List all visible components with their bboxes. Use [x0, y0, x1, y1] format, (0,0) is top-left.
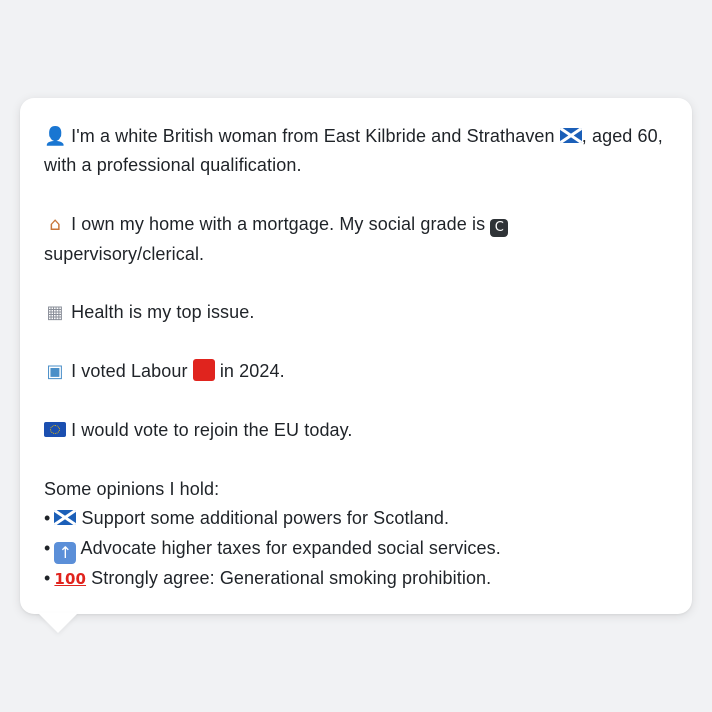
person-icon: 👤 [44, 126, 67, 147]
housing-paragraph: ⌂ I own my home with a mortgage. My soci… [44, 210, 668, 269]
message-content: 👤 I'm a white British woman from East Ki… [44, 122, 668, 594]
eu-text: I would vote to rejoin the EU today. [71, 420, 353, 440]
bullet: • [44, 537, 51, 558]
bullet: • [44, 567, 51, 588]
issue-paragraph: ▦ Health is my top issue. [44, 298, 668, 327]
opinions-heading: Some opinions I hold: [44, 478, 220, 499]
eu-paragraph: I would vote to rejoin the EU today. [44, 416, 668, 445]
hundred-points-icon: 100 [54, 569, 87, 588]
scotland-flag-icon [559, 128, 582, 143]
social-grade-text: supervisory/clerical. [44, 243, 205, 264]
issue-text: Health is my top issue. [71, 302, 255, 323]
opinion-item: • ↑ Advocate higher taxes for expanded so… [44, 534, 668, 564]
vote-paragraph: ▣ I voted Labour in 2024. [44, 357, 668, 386]
identity-qualification: with a professional qualification. [44, 155, 302, 176]
identity-text: I'm a white British woman from East Kilb… [71, 126, 555, 146]
identity-paragraph: 👤 I'm a white British woman from East Ki… [44, 122, 668, 181]
identity-age: , aged 60, [581, 126, 663, 146]
opinions-paragraph: Some opinions I hold: • Support some add… [44, 475, 668, 594]
opinion-item: • 100 Strongly agree: Generational smokin… [44, 564, 668, 594]
up-arrow-icon: ↑ [54, 541, 77, 564]
hospital-icon: ▦ [46, 302, 64, 324]
social-grade-badge: C [490, 219, 509, 238]
opinion-text: Support some additional powers for Scotl… [81, 508, 450, 529]
chat-message-bubble: 👤 I'm a white British woman from East Ki… [20, 98, 692, 614]
housing-text: I own my home with a mortgage. My social… [71, 214, 486, 235]
opinion-text: Advocate higher taxes for expanded socia… [80, 537, 501, 558]
ballot-box-icon: ▣ [46, 361, 64, 383]
labour-red-square-icon [192, 359, 215, 382]
eu-flag-icon [44, 422, 66, 437]
bubble-tail [38, 613, 78, 633]
house-icon: ⌂ [49, 214, 61, 236]
bullet: • [44, 508, 51, 529]
opinion-text: Strongly agree: Generational smoking pro… [91, 567, 492, 588]
vote-year: in 2024. [219, 361, 285, 382]
vote-text: I voted Labour [71, 361, 188, 382]
opinion-item: • Support some additional powers for Sco… [44, 504, 668, 533]
scotland-flag-icon [54, 510, 77, 526]
